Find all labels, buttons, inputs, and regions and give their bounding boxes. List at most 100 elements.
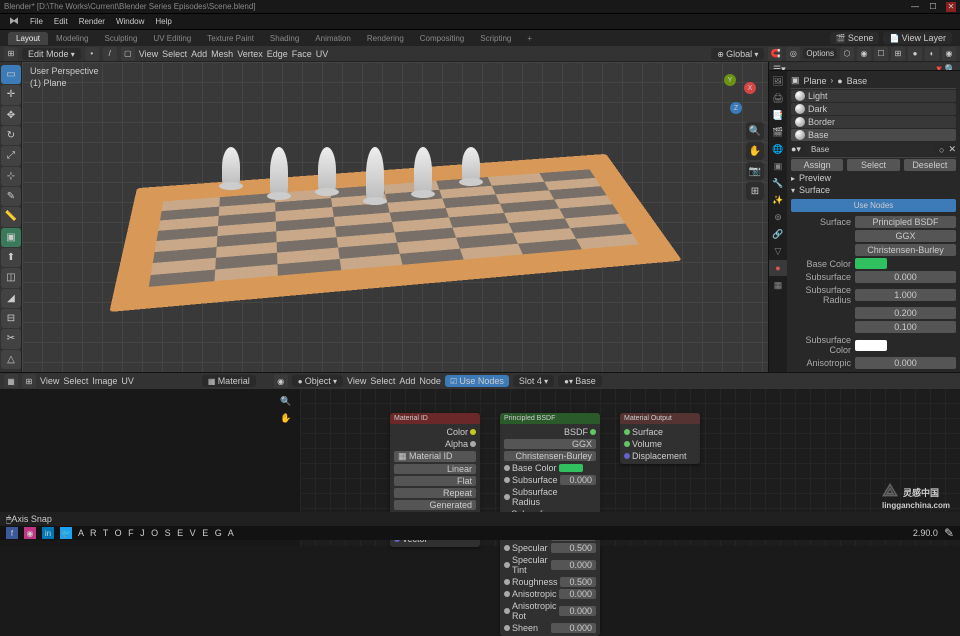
proptab-world-icon[interactable]: 🌐 — [769, 141, 787, 157]
scene-selector[interactable]: 🎬 Scene — [830, 32, 880, 44]
uv-menu-uv[interactable]: UV — [121, 376, 134, 386]
axis-x-icon[interactable]: X — [744, 82, 756, 94]
tool-select-icon[interactable]: ▭ — [1, 65, 21, 84]
proptab-particle-icon[interactable]: ✨ — [769, 192, 787, 208]
close-button[interactable]: ✕ — [946, 2, 956, 12]
editor-type-icon[interactable]: ⊞ — [4, 47, 18, 61]
uv-menu-image[interactable]: Image — [92, 376, 117, 386]
tab-add[interactable]: + — [519, 32, 540, 45]
face-select-icon[interactable]: ▢ — [121, 47, 135, 61]
ne-mat-field[interactable]: ●▾ Base — [558, 375, 602, 387]
tool-move-icon[interactable]: ✥ — [1, 106, 21, 125]
distribution-field[interactable]: GGX — [855, 230, 956, 242]
breadcrumb-obj[interactable]: Plane — [804, 76, 827, 86]
shading-solid-icon[interactable]: ● — [908, 47, 922, 61]
preview-panel-header[interactable]: ▸ Preview — [791, 172, 956, 184]
menu-view[interactable]: View — [139, 49, 158, 59]
linkedin-icon[interactable]: in — [42, 527, 54, 539]
tool-cursor-icon[interactable]: ✛ — [1, 85, 21, 104]
axis-z-icon[interactable]: Z — [730, 102, 742, 114]
ne-menu-select[interactable]: Select — [370, 376, 395, 386]
tab-modeling[interactable]: Modeling — [48, 32, 96, 45]
proptab-output-icon[interactable]: 🖨 — [769, 90, 787, 106]
maximize-button[interactable]: ☐ — [928, 2, 938, 12]
uv-menu-select[interactable]: Select — [63, 376, 88, 386]
menu-help[interactable]: Help — [150, 15, 176, 28]
uv-editor-type-icon[interactable]: ▦ — [4, 374, 18, 388]
menu-add[interactable]: Add — [191, 49, 207, 59]
gizmo-toggle-icon[interactable]: ⬡ — [840, 47, 854, 61]
tool-inset-icon[interactable]: ◫ — [1, 268, 21, 287]
xray-icon[interactable]: ☐ — [874, 47, 888, 61]
shading-wire-icon[interactable]: ⊞ — [891, 47, 905, 61]
menu-window[interactable]: Window — [111, 15, 149, 28]
ne-slot-field[interactable]: Slot 4 ▾ — [513, 375, 554, 387]
minimize-button[interactable]: — — [910, 2, 920, 12]
deselect-button[interactable]: Deselect — [904, 159, 956, 171]
subsurface-field[interactable]: 0.000 — [855, 271, 956, 283]
proptab-modifier-icon[interactable]: 🔧 — [769, 175, 787, 191]
proptab-viewlayer-icon[interactable]: 📑 — [769, 107, 787, 123]
tab-animation[interactable]: Animation — [307, 32, 359, 45]
proptab-material-icon[interactable]: ● — [769, 260, 787, 276]
use-nodes-button[interactable]: Use Nodes — [791, 199, 956, 212]
proptab-object-icon[interactable]: ▣ — [769, 158, 787, 174]
tab-texturepaint[interactable]: Texture Paint — [199, 32, 262, 45]
uv-mode-icon[interactable]: ⊞ — [22, 374, 36, 388]
persp-ortho-icon[interactable]: ⊞ — [746, 182, 764, 200]
tab-rendering[interactable]: Rendering — [359, 32, 412, 45]
proptab-mesh-icon[interactable]: ▽ — [769, 243, 787, 259]
mat-new-icon[interactable]: ✕ — [948, 144, 956, 155]
proptab-texture-icon[interactable]: ▦ — [769, 277, 787, 293]
menu-vertex[interactable]: Vertex — [237, 49, 263, 59]
surface-panel-header[interactable]: ▾ Surface — [791, 184, 956, 196]
tool-bevel-icon[interactable]: ◢ — [1, 289, 21, 308]
tab-sculpting[interactable]: Sculpting — [97, 32, 146, 45]
subr-x[interactable]: 1.000 — [855, 289, 956, 301]
node-material-output[interactable]: Material Output Surface Volume Displacem… — [620, 413, 700, 464]
ne-menu-view[interactable]: View — [347, 376, 366, 386]
shading-matprev-icon[interactable]: ◐ — [925, 47, 939, 61]
zoom-icon[interactable]: 🔍 — [746, 122, 764, 140]
overlay-toggle-icon[interactable]: ◉ — [857, 47, 871, 61]
tool-polybuild-icon[interactable]: △ — [1, 350, 21, 369]
material-name-field[interactable]: Base — [805, 144, 935, 155]
base-color-swatch[interactable] — [855, 258, 887, 269]
menu-uv[interactable]: UV — [316, 49, 329, 59]
select-button[interactable]: Select — [847, 159, 899, 171]
pan-icon[interactable]: ✋ — [746, 142, 764, 160]
material-slot[interactable]: Light — [791, 90, 956, 102]
tool-loopcut-icon[interactable]: ⊟ — [1, 309, 21, 328]
ne-usenodes-toggle[interactable]: ☑ Use Nodes — [445, 375, 509, 387]
ne-menu-add[interactable]: Add — [399, 376, 415, 386]
mat-users-icon[interactable]: ○ — [939, 145, 944, 155]
subcolor-swatch[interactable] — [855, 340, 887, 351]
proptab-scene-icon[interactable]: 🎬 — [769, 124, 787, 140]
ne-menu-node[interactable]: Node — [419, 376, 441, 386]
menu-select[interactable]: Select — [162, 49, 187, 59]
material-slot[interactable]: Base — [791, 129, 956, 141]
orientation-selector[interactable]: ⊕ Global ▾ — [711, 48, 764, 60]
tab-shading[interactable]: Shading — [262, 32, 307, 45]
menu-edit[interactable]: Edit — [49, 15, 73, 28]
twitter-icon[interactable]: 🐦 — [60, 527, 72, 539]
proptab-physics-icon[interactable]: ⊚ — [769, 209, 787, 225]
proptab-constraint-icon[interactable]: 🔗 — [769, 226, 787, 242]
facebook-icon[interactable]: f — [6, 527, 18, 539]
mode-selector[interactable]: Edit Mode ▾ — [22, 48, 81, 60]
sss-method-field[interactable]: Christensen-Burley — [855, 244, 956, 256]
subr-z[interactable]: 0.100 — [855, 321, 956, 333]
tool-transform-icon[interactable]: ⊹ — [1, 167, 21, 186]
node-editor-type-icon[interactable]: ◉ — [274, 374, 288, 388]
camera-view-icon[interactable]: 📷 — [746, 162, 764, 180]
material-slot[interactable]: Border — [791, 116, 956, 128]
tool-addcube-icon[interactable]: ▣ — [1, 228, 21, 247]
edge-select-icon[interactable]: / — [103, 47, 117, 61]
menu-mesh[interactable]: Mesh — [211, 49, 233, 59]
proportional-icon[interactable]: ◎ — [786, 47, 800, 61]
options-dropdown[interactable]: Options — [803, 48, 837, 59]
menu-edge[interactable]: Edge — [267, 49, 288, 59]
uv-overlay-field[interactable]: ▦ Material — [202, 375, 256, 387]
tab-compositing[interactable]: Compositing — [412, 32, 472, 45]
viewport-3d[interactable]: User Perspective(1) Plane X Y Z 🔍 ✋ 📷 ⊞ — [22, 62, 768, 372]
